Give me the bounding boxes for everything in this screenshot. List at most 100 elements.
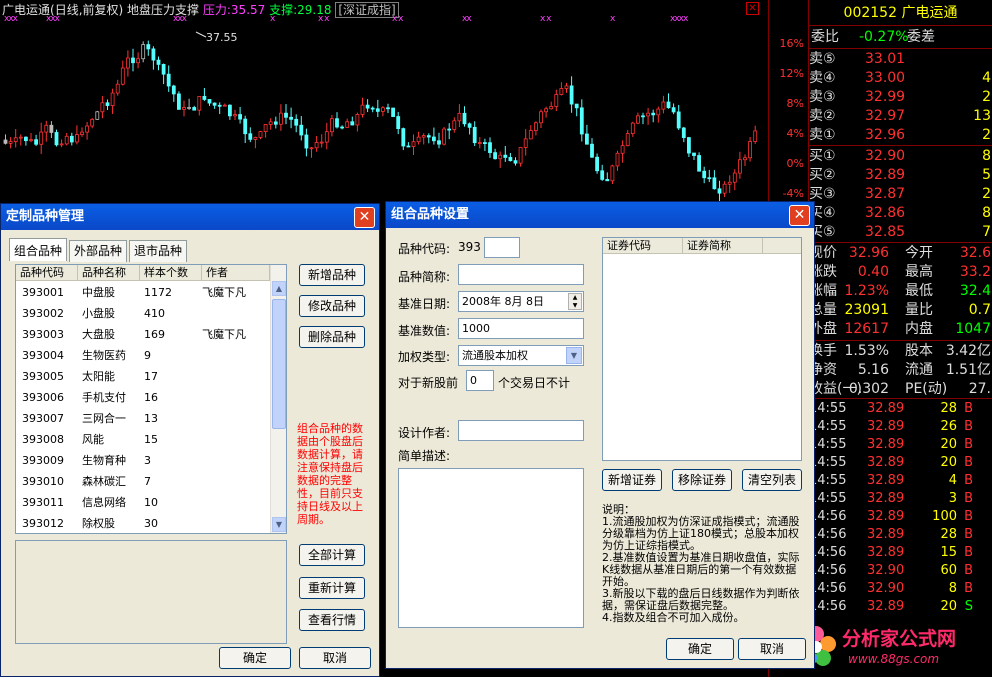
code-input[interactable] bbox=[484, 237, 520, 258]
candle-body bbox=[18, 136, 23, 139]
candle-body bbox=[126, 57, 130, 69]
table-cell: 393001 bbox=[22, 286, 64, 299]
col-security-code[interactable]: 证券代码 bbox=[603, 238, 683, 254]
peak-pointer bbox=[195, 31, 207, 38]
candle-body bbox=[472, 126, 477, 144]
candle-body bbox=[233, 114, 237, 117]
index-tag[interactable]: [深证成指] bbox=[335, 2, 399, 18]
fund-value: 5.16 bbox=[857, 362, 889, 378]
col-security-name[interactable]: 证券简称 bbox=[683, 238, 763, 254]
short-name-input[interactable] bbox=[458, 264, 584, 285]
table-cell: 393004 bbox=[22, 349, 64, 362]
tick-side: B bbox=[964, 545, 973, 560]
table-row[interactable]: 393006 手机支付 16 bbox=[16, 387, 270, 408]
tick-volume: 8 bbox=[948, 581, 957, 596]
table-row[interactable]: 393002 小盘股 410 bbox=[16, 303, 270, 324]
col-count[interactable]: 样本个数 bbox=[140, 265, 202, 281]
view-quote-button[interactable]: 查看行情 bbox=[299, 609, 365, 631]
date-spinner-icon[interactable]: ▲ ▼ bbox=[568, 293, 582, 310]
chevron-down-icon[interactable]: ▼ bbox=[566, 347, 582, 364]
tab-delisted[interactable]: 退市品种 bbox=[129, 240, 188, 262]
security-list[interactable]: 证券代码 证券简称 bbox=[602, 237, 802, 461]
calc-all-button[interactable]: 全部计算 bbox=[299, 544, 365, 566]
tab-external[interactable]: 外部品种 bbox=[69, 240, 128, 262]
tick-price: 32.90 bbox=[867, 581, 905, 596]
candle-body bbox=[212, 102, 217, 106]
cancel-button[interactable]: 取消 bbox=[738, 638, 806, 660]
stat-row: 现价 32.96 今开 32.6 bbox=[809, 244, 992, 263]
ask-price: 33.00 bbox=[865, 70, 906, 86]
col-author[interactable]: 作者 bbox=[202, 265, 270, 281]
ok-button[interactable]: 确定 bbox=[666, 638, 734, 660]
table-cell: 生物育种 bbox=[82, 454, 126, 467]
table-row[interactable]: 393007 三网合一 13 bbox=[16, 408, 270, 429]
list-scrollbar[interactable]: ▲ ▼ bbox=[270, 265, 286, 533]
table-row[interactable]: 393004 生物医药 9 bbox=[16, 345, 270, 366]
bid-row: 买④ 32.86 8 bbox=[809, 204, 992, 223]
newstock-days-input[interactable]: 0 bbox=[466, 370, 494, 391]
edit-variety-button[interactable]: 修改品种 bbox=[299, 295, 365, 317]
chart-close-icon[interactable]: ✕ bbox=[746, 2, 759, 15]
tick-volume: 3 bbox=[948, 491, 957, 506]
col-code[interactable]: 品种代码 bbox=[16, 265, 78, 281]
table-cell: 手机支付 bbox=[82, 391, 126, 404]
table-row[interactable]: 393003 大盘股 169 飞魔下凡 bbox=[16, 324, 270, 345]
candle-body bbox=[187, 107, 192, 109]
scroll-thumb[interactable] bbox=[272, 299, 286, 429]
dialog-title: 组合品种设置 bbox=[386, 202, 814, 228]
candle-body bbox=[431, 136, 436, 142]
variety-list[interactable]: 品种代码 品种名称 样本个数 作者 393001 中盘股 1172 飞魔下凡 39300… bbox=[15, 264, 287, 534]
table-row[interactable]: 393011 信息网络 10 bbox=[16, 492, 270, 513]
chart-header: 广电运通(日线,前复权) 地盘压力支撑 压力:35.57 支撑:29.18 [深… bbox=[2, 1, 399, 18]
scroll-up-icon[interactable]: ▲ bbox=[272, 281, 286, 296]
table-row[interactable]: 393001 中盘股 1172 飞魔下凡 bbox=[16, 282, 270, 303]
candle-body bbox=[115, 83, 120, 94]
stat-value: 33.2 bbox=[959, 264, 991, 280]
candle-body bbox=[656, 108, 661, 116]
scroll-down-icon[interactable]: ▼ bbox=[272, 517, 286, 532]
delete-variety-button[interactable]: 删除品种 bbox=[299, 326, 365, 348]
candle-body bbox=[605, 179, 610, 182]
close-icon[interactable]: ✕ bbox=[354, 207, 375, 228]
bid-label: 买① bbox=[809, 148, 836, 164]
candle-body bbox=[324, 131, 329, 143]
recalc-button[interactable]: 重新计算 bbox=[299, 577, 365, 599]
tick-side: B bbox=[964, 473, 973, 488]
candle-body bbox=[309, 147, 314, 150]
close-icon[interactable]: ✕ bbox=[789, 205, 810, 226]
add-variety-button[interactable]: 新增品种 bbox=[299, 264, 365, 286]
candle-body bbox=[85, 125, 89, 133]
base-value-label: 基准数值: bbox=[398, 324, 451, 338]
weight-type-select[interactable]: 流通股本加权 ▼ bbox=[458, 345, 584, 366]
candle-body bbox=[661, 101, 666, 110]
ask-volume: 2 bbox=[982, 127, 991, 143]
tab-combo[interactable]: 组合品种 bbox=[9, 238, 68, 261]
base-value-input[interactable]: 1000 bbox=[458, 318, 584, 339]
table-row[interactable]: 393012 除权股 30 bbox=[16, 513, 270, 534]
stat-label: 最高 bbox=[905, 264, 933, 280]
col-name[interactable]: 品种名称 bbox=[78, 265, 140, 281]
ok-button[interactable]: 确定 bbox=[219, 647, 291, 669]
add-security-button[interactable]: 新增证券 bbox=[602, 469, 662, 491]
candle-body bbox=[360, 104, 365, 115]
fund-row: 收益(一) 0.302 PE(动) 27. bbox=[809, 380, 992, 399]
description-textarea[interactable] bbox=[398, 468, 584, 628]
tick-price: 32.89 bbox=[867, 491, 905, 506]
table-row[interactable]: 393010 森林碳汇 7 bbox=[16, 471, 270, 492]
author-input[interactable] bbox=[458, 420, 584, 441]
logo-url[interactable]: www.88gs.com bbox=[848, 652, 939, 666]
candle-body bbox=[692, 152, 696, 156]
candle-body bbox=[447, 128, 452, 131]
x-mark: xxx bbox=[4, 14, 18, 24]
table-row[interactable]: 393009 生物育种 3 bbox=[16, 450, 270, 471]
stat-label: 内盘 bbox=[905, 321, 933, 337]
table-row[interactable]: 393008 风能 15 bbox=[16, 429, 270, 450]
candle-body bbox=[80, 131, 84, 135]
cancel-button[interactable]: 取消 bbox=[299, 647, 371, 669]
tick-row: 14:55 32.89 28 B bbox=[809, 400, 992, 418]
base-date-picker[interactable]: 2008年 8月 8日 ▲ ▼ bbox=[458, 291, 584, 312]
remove-security-button[interactable]: 移除证券 bbox=[672, 469, 732, 491]
clear-list-button[interactable]: 清空列表 bbox=[742, 469, 802, 491]
table-row[interactable]: 393005 太阳能 17 bbox=[16, 366, 270, 387]
security-list-header: 证券代码 证券简称 bbox=[603, 238, 801, 254]
